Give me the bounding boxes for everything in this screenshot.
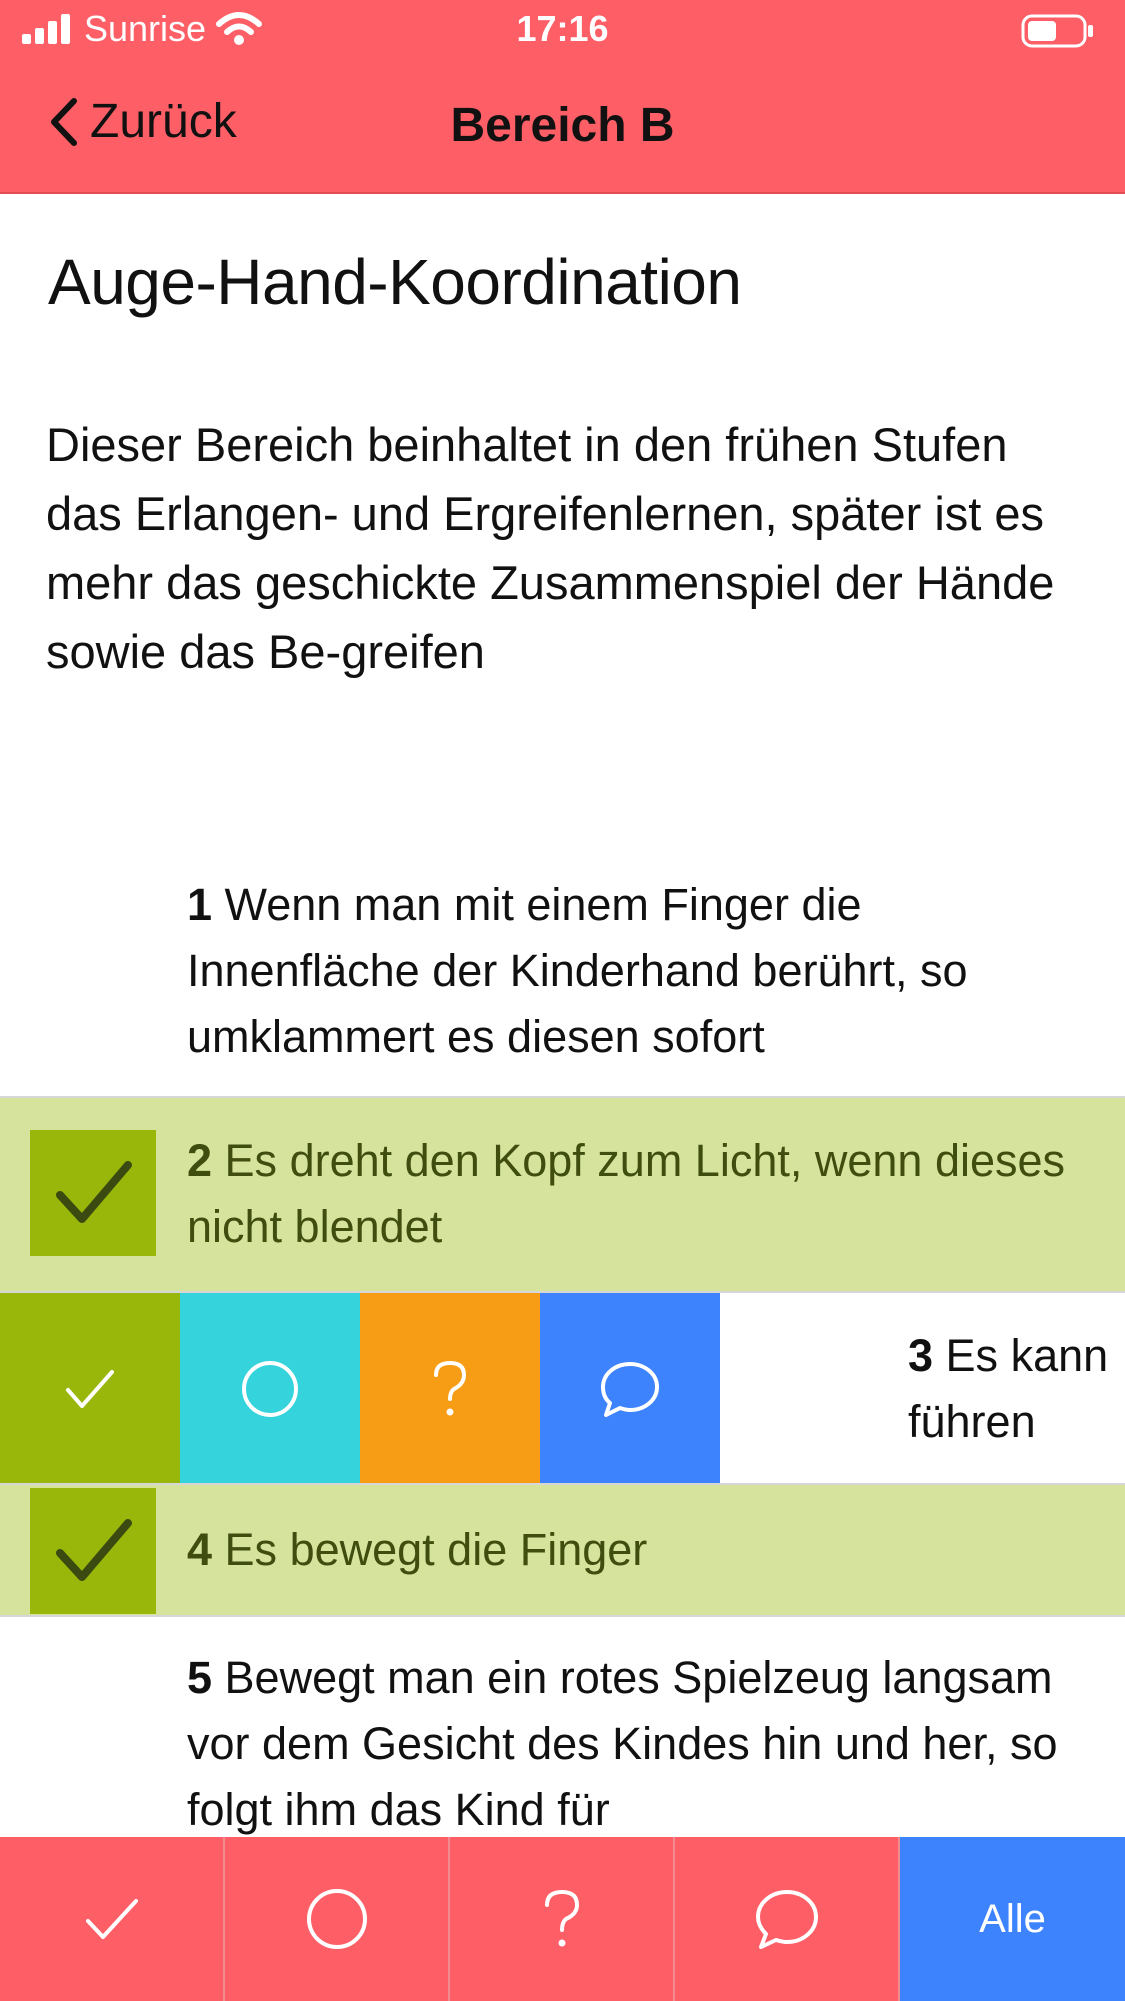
mark-open-action[interactable]: [180, 1293, 360, 1485]
list-item[interactable]: 4 Es bewegt die Finger: [0, 1483, 1125, 1617]
battery-icon: [1021, 14, 1095, 57]
item-text: 3 Es kann führen: [908, 1323, 1108, 1455]
question-icon: [544, 1889, 579, 1947]
item-label: Es kann: [945, 1330, 1109, 1381]
navigation-bar: Zurück Bereich B: [0, 64, 1125, 192]
item-checkbox[interactable]: [30, 1488, 156, 1614]
mark-unsure-action[interactable]: [360, 1293, 540, 1485]
circle-icon: [306, 1889, 367, 1949]
item-label: Wenn man mit einem Finger die Innenfläch…: [187, 879, 968, 1062]
filter-unsure-button[interactable]: [450, 1837, 675, 2001]
item-number: 1: [187, 879, 213, 930]
filter-comment-button[interactable]: [675, 1837, 900, 2001]
mark-done-action[interactable]: [0, 1293, 180, 1485]
list-item[interactable]: 1 Wenn man mit einem Finger die Innenflä…: [0, 866, 1125, 1096]
list-item[interactable]: 2 Es dreht den Kopf zum Licht, wenn dies…: [0, 1096, 1125, 1291]
item-label: Es dreht den Kopf zum Licht, wenn dieses…: [187, 1135, 1066, 1252]
section-description: Dieser Bereich beinhaltet in den frühen …: [46, 418, 1055, 678]
status-time: 17:16: [516, 8, 609, 49]
item-number: 3: [908, 1330, 934, 1381]
item-number: 5: [187, 1652, 213, 1703]
filter-done-button[interactable]: [0, 1837, 225, 2001]
checkmark-icon: [85, 1899, 138, 1939]
bottom-toolbar: Alle: [0, 1837, 1125, 2001]
item-number: 4: [187, 1524, 213, 1575]
section-heading: Auge-Hand-Koordination: [48, 246, 742, 318]
checkmark-icon: [66, 1370, 114, 1408]
status-bar: Sunrise 17:16: [0, 0, 1125, 64]
item-label-line2: führen: [908, 1396, 1036, 1447]
list-item-swiped[interactable]: 3 Es kann führen: [0, 1291, 1125, 1485]
filter-all-button[interactable]: Alle: [900, 1837, 1125, 2001]
item-text: 1 Wenn man mit einem Finger die Innenflä…: [187, 872, 1067, 1070]
item-text: 5 Bewegt man ein rotes Spielzeug langsam…: [187, 1645, 1067, 1843]
comment-icon: [755, 1890, 818, 1949]
item-number: 2: [187, 1135, 213, 1186]
checkmark-icon: [56, 1161, 132, 1223]
question-icon: [434, 1360, 467, 1416]
item-checkbox[interactable]: [30, 1130, 156, 1256]
add-comment-action[interactable]: [540, 1293, 720, 1485]
item-label: Bewegt man ein rotes Spielzeug langsam v…: [187, 1652, 1058, 1835]
circle-icon: [242, 1361, 298, 1417]
item-text: 2 Es dreht den Kopf zum Licht, wenn dies…: [187, 1128, 1067, 1260]
filter-open-button[interactable]: [225, 1837, 450, 2001]
item-label: Es bewegt die Finger: [224, 1524, 648, 1575]
comment-icon: [601, 1362, 659, 1417]
top-bar: Sunrise 17:16 Zurück Bereich B: [0, 0, 1125, 194]
checkmark-icon: [56, 1519, 132, 1581]
item-text: 4 Es bewegt die Finger: [187, 1517, 1067, 1583]
page-title: Bereich B: [450, 99, 675, 152]
